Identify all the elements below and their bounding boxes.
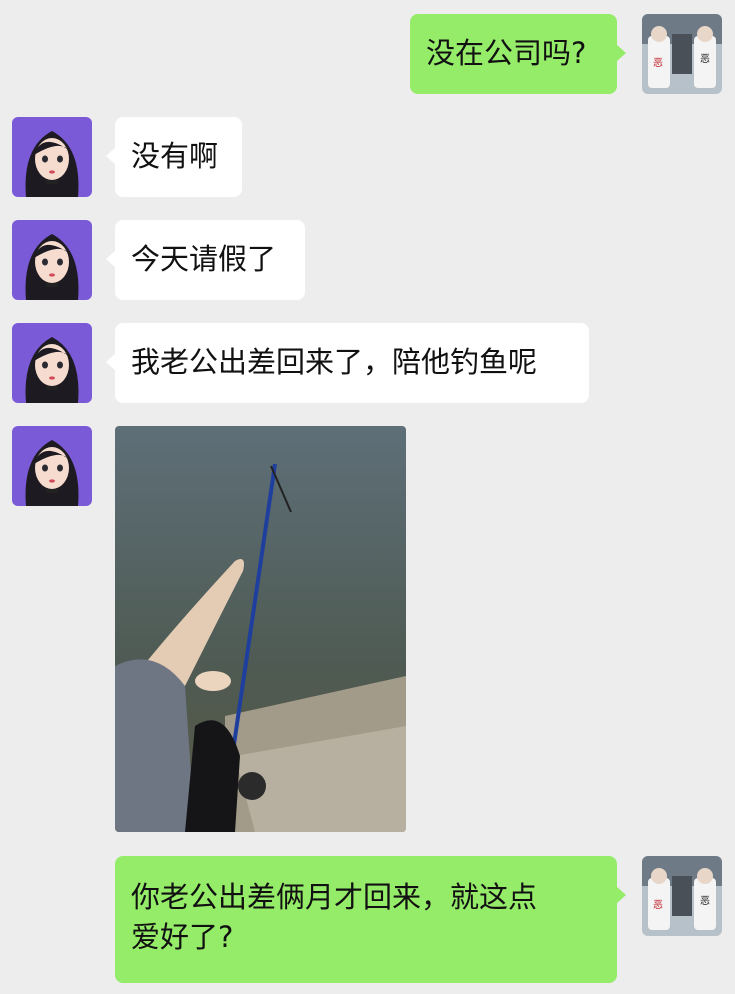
svg-text:恶: 恶 <box>700 895 710 907</box>
my-avatar[interactable]: 恶 恶 <box>642 14 722 94</box>
svg-text:恶: 恶 <box>700 53 710 65</box>
contact-avatar[interactable] <box>12 117 92 197</box>
fishing-photo[interactable] <box>115 426 406 832</box>
contact-avatar[interactable] <box>12 426 92 506</box>
svg-text:恶: 恶 <box>653 899 663 911</box>
svg-text:恶: 恶 <box>653 57 663 69</box>
contact-avatar[interactable] <box>12 220 92 300</box>
contact-avatar[interactable] <box>12 323 92 403</box>
message-bubble-incoming[interactable]: 今天请假了 <box>106 220 305 300</box>
my-avatar[interactable]: 恶 恶 <box>642 856 722 936</box>
message-bubble-incoming[interactable]: 没有啊 <box>106 117 242 197</box>
message-bubble-outgoing[interactable]: 你老公出差俩月才回来，就这点 爱好了? <box>115 856 626 983</box>
message-bubble-outgoing[interactable]: 没在公司吗? <box>410 14 626 94</box>
message-bubble-incoming[interactable]: 我老公出差回来了，陪他钓鱼呢 <box>106 323 589 403</box>
